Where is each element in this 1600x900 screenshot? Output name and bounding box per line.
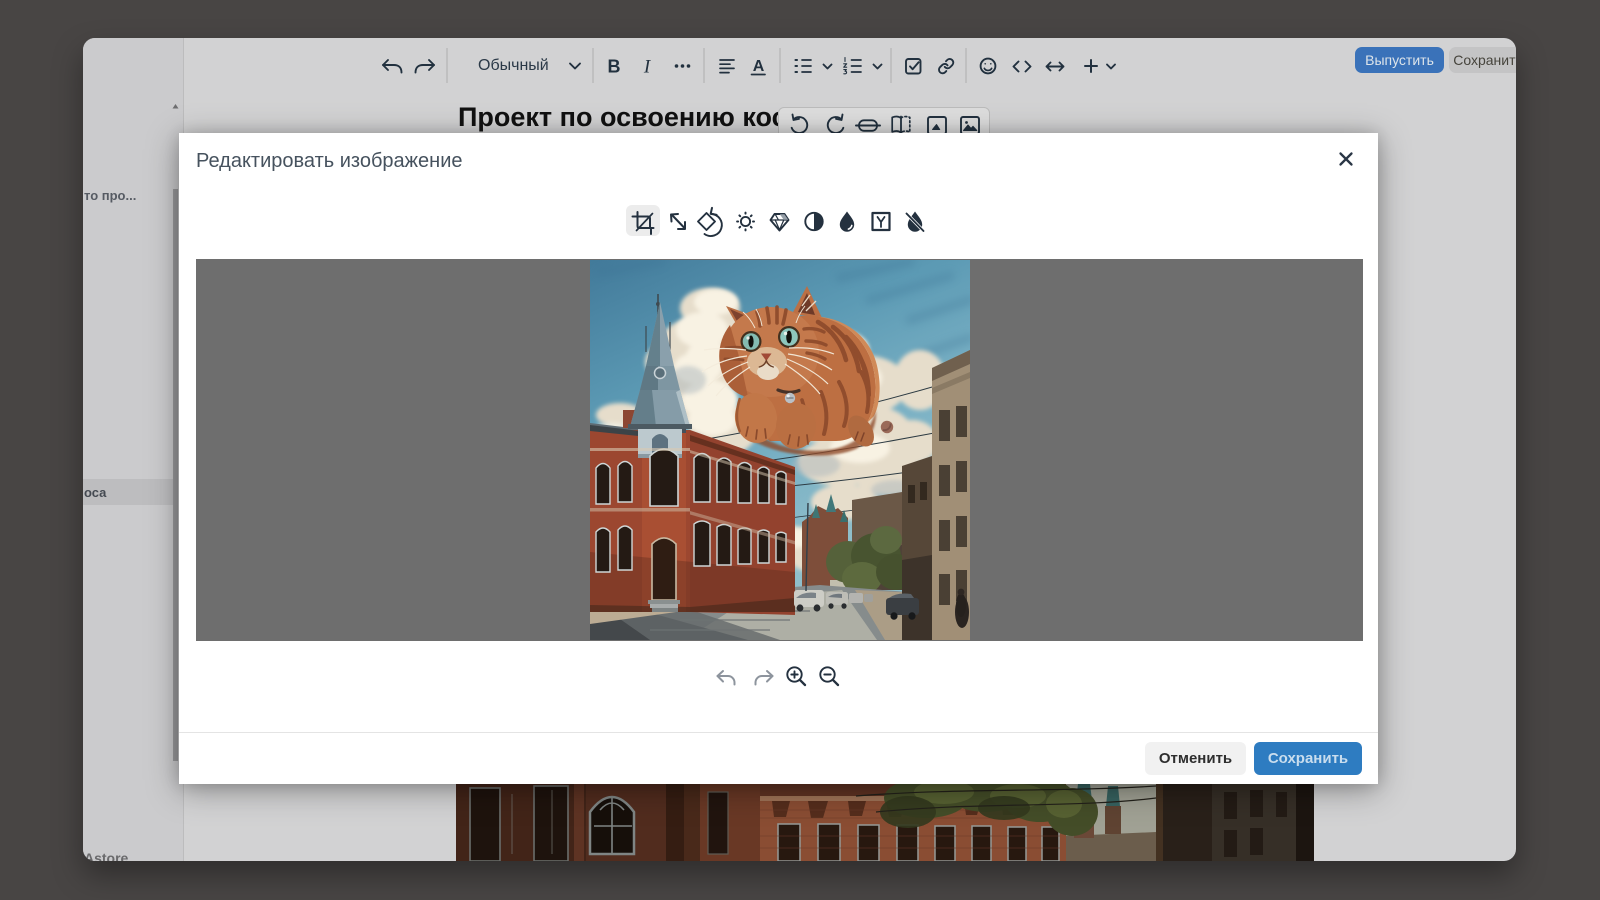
svg-text:A: A [753, 58, 765, 75]
svg-text:I: I [643, 57, 652, 78]
svg-text:B: B [608, 57, 621, 77]
